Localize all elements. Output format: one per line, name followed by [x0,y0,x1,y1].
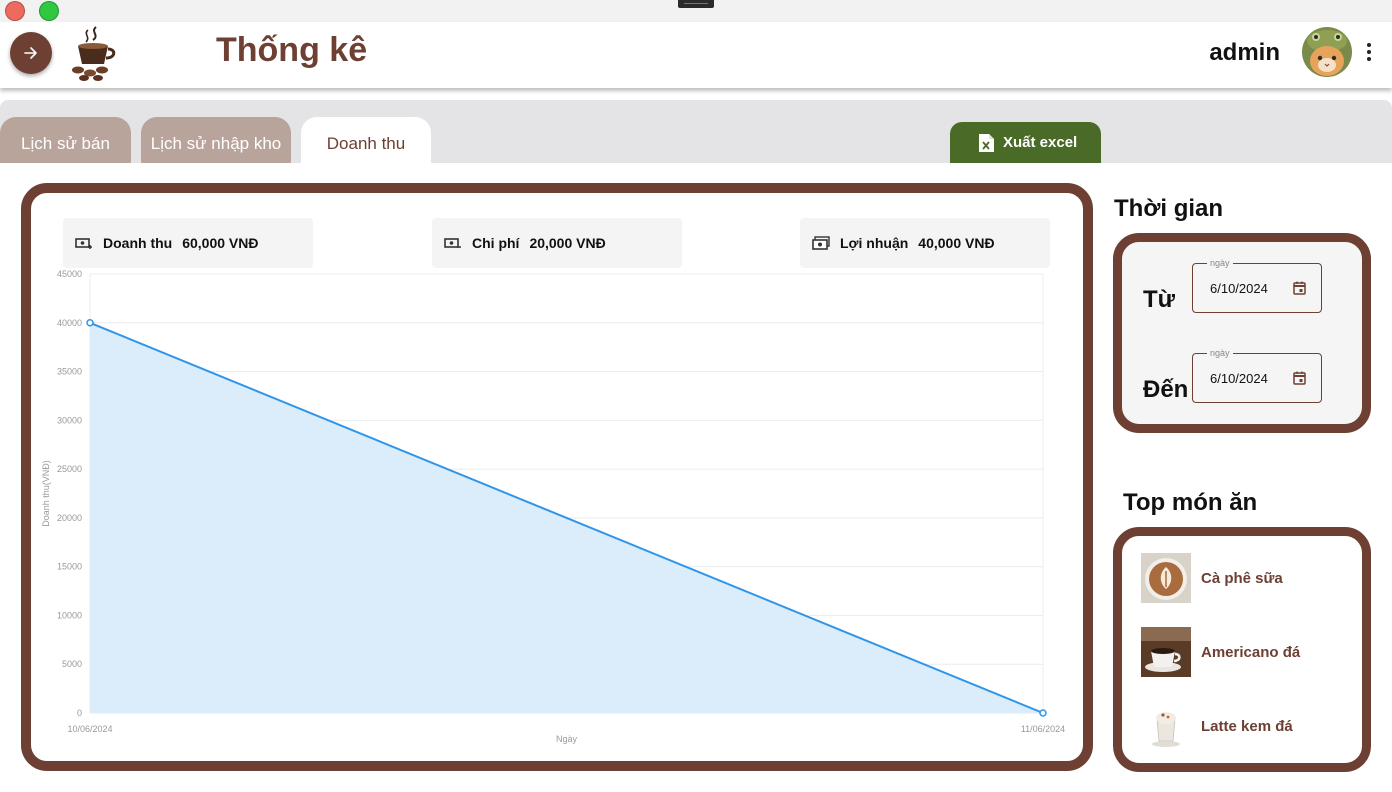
calendar-icon[interactable] [1293,371,1306,385]
revenue-line-chart: 0 5000 10000 15000 20000 25000 30000 35000 40000… [41,269,1065,744]
dish-image [1149,701,1183,751]
list-item[interactable]: Americano đá [1141,627,1300,677]
x-axis-title: Ngày [556,734,578,744]
calendar-icon[interactable] [1293,281,1306,295]
top-dishes-card: Cà phê sữa Americano đá Latte kem đá [1113,527,1371,772]
list-item[interactable]: Latte kem đá [1141,701,1293,751]
excel-file-icon [979,133,994,152]
y-tick-label: 5000 [62,659,82,669]
data-point [1039,709,1047,717]
x-tick-label: 10/06/2024 [67,724,112,734]
page-title: Thống kê [216,31,368,69]
y-tick-label: 25000 [57,464,82,474]
close-window-button[interactable] [5,1,25,21]
y-tick-label: 40000 [57,318,82,328]
coffee-logo-icon [72,26,116,81]
y-tick-label: 45000 [57,269,82,279]
user-name: admin [1209,39,1280,66]
arrow-right-icon [24,47,37,59]
dish-name: Latte kem đá [1201,717,1293,735]
app-header: Thống kê admin [0,22,1392,88]
y-axis-title: Doanh thu(VNĐ) [41,460,51,527]
export-excel-button[interactable]: Xuất excel [950,122,1101,163]
from-date-value: 6/10/2024 [1210,281,1268,296]
from-date-input[interactable]: ngày 6/10/2024 [1192,258,1322,313]
export-excel-label: Xuất excel [1003,134,1078,151]
time-section-title: Thời gian [1114,195,1224,222]
to-date-field-label: ngày [1207,348,1233,358]
to-date-value: 6/10/2024 [1210,371,1268,386]
window-handle [678,0,714,8]
tab-sales-history[interactable]: Lịch sử bán [0,117,131,163]
to-date-input[interactable]: ngày 6/10/2024 [1192,348,1322,403]
revenue-chart-card: Doanh thu 60,000 VNĐ Chi phí 20,000 VNĐ … [21,183,1093,771]
from-label: Từ [1143,286,1176,313]
x-tick-label: 11/06/2024 [1021,724,1065,734]
top-dishes-title: Top món ăn [1123,489,1258,516]
tab-import-history[interactable]: Lịch sử nhập kho [141,117,291,163]
dish-image [1141,553,1191,603]
to-label: Đến [1143,376,1189,403]
y-tick-label: 15000 [57,562,82,572]
y-tick-label: 30000 [57,415,82,425]
maximize-window-button[interactable] [39,1,59,21]
tab-revenue[interactable]: Doanh thu [301,117,431,163]
toggle-menu-button[interactable] [10,32,52,74]
avatar[interactable] [1302,27,1352,77]
time-filter-card: Từ ngày 6/10/2024 Đến ngày 6/10/2024 [1113,233,1371,433]
dish-name: Cà phê sữa [1201,569,1283,587]
dish-image [1141,627,1191,677]
data-point [86,319,94,327]
more-vert-icon[interactable] [1362,40,1376,64]
window-titlebar [0,0,1392,22]
dish-name: Americano đá [1201,643,1301,661]
y-tick-label: 10000 [57,610,82,620]
from-date-field-label: ngày [1207,258,1233,268]
y-tick-label: 20000 [57,513,82,523]
y-tick-label: 0 [77,708,82,718]
list-item[interactable]: Cà phê sữa [1141,553,1283,603]
y-tick-label: 35000 [57,367,82,377]
